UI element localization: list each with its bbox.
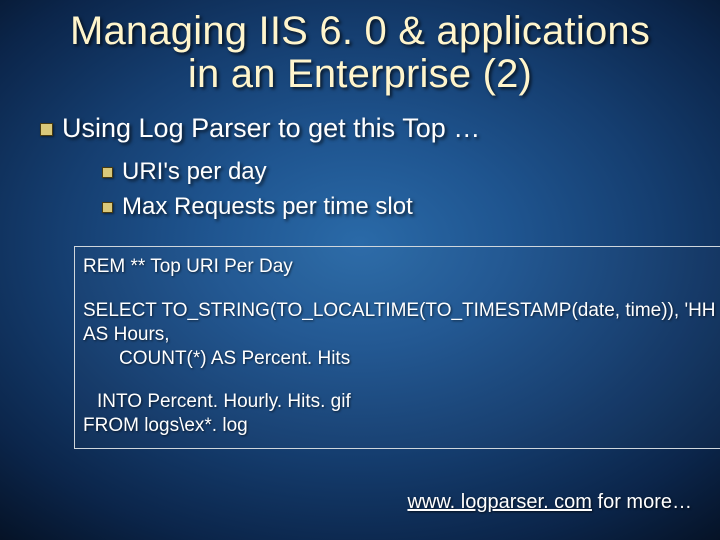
code-box: REM ** Top URI Per Day SELECT TO_STRING(… [74,246,720,449]
list-item: Using Log Parser to get this Top … URI's… [40,110,720,224]
footnote-rest: for more… [592,491,692,513]
blank-line [83,370,720,390]
code-line: SELECT TO_STRING(TO_LOCALTIME(TO_TIMESTA… [83,299,720,323]
footnote: www. logparser. com for more… [407,491,692,514]
code-line: INTO Percent. Hourly. Hits. gif [83,390,720,414]
bullet-text: Using Log Parser to get this Top … [62,113,480,143]
code-line: REM ** Top URI Per Day [83,255,720,279]
bullet-text: Max Requests per time slot [122,193,413,220]
bullet-text: URI's per day [122,158,267,185]
code-line: COUNT(*) AS Percent. Hits [83,347,720,371]
list-item: Max Requests per time slot [102,190,720,225]
code-line: AS Hours, [83,323,720,347]
bullet-list-level2: URI's per day Max Requests per time slot [62,155,720,225]
slide: Managing IIS 6. 0 & applications in an E… [0,0,720,540]
slide-body: Using Log Parser to get this Top … URI's… [0,110,720,449]
slide-title: Managing IIS 6. 0 & applications in an E… [8,10,712,96]
footnote-link[interactable]: www. logparser. com [407,491,592,513]
blank-line [83,279,720,299]
title-line-2: in an Enterprise (2) [188,52,532,96]
code-line: FROM logs\ex*. log [83,414,720,438]
bullet-list-level1: Using Log Parser to get this Top … URI's… [40,110,720,224]
list-item: URI's per day [102,155,720,190]
title-line-1: Managing IIS 6. 0 & applications [70,9,650,53]
